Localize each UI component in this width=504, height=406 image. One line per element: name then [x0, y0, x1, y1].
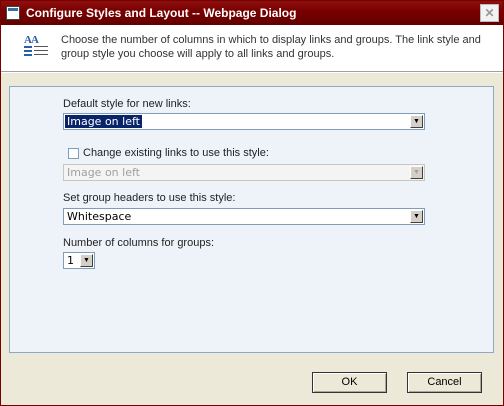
chevron-down-icon[interactable]: ▼	[410, 115, 423, 128]
chevron-down-icon: ▼	[410, 166, 423, 179]
default-style-label: Default style for new links:	[63, 98, 191, 110]
columns-label: Number of columns for groups:	[63, 237, 215, 249]
cancel-button[interactable]: Cancel	[407, 372, 482, 393]
change-existing-value: Image on left	[67, 166, 140, 179]
change-existing-select: Image on left ▼	[63, 164, 425, 181]
description-area: A A Choose the number of columns in whic…	[1, 25, 503, 71]
change-existing-checkbox[interactable]	[68, 148, 79, 159]
group-header-label: Set group headers to use this style:	[63, 192, 236, 204]
default-style-select[interactable]: Image on left ▼	[63, 113, 425, 130]
window-title: Configure Styles and Layout -- Webpage D…	[26, 6, 297, 20]
change-existing-label: Change existing links to use this style:	[83, 147, 269, 159]
chevron-down-icon[interactable]: ▼	[410, 210, 423, 223]
description-text: Choose the number of columns in which to…	[61, 34, 481, 60]
columns-value: 1	[67, 254, 74, 267]
group-header-select[interactable]: Whitespace ▼	[63, 208, 425, 225]
layout-styles-icon: A A	[24, 34, 48, 56]
title-bar[interactable]: Configure Styles and Layout -- Webpage D…	[1, 1, 503, 25]
default-style-value: Image on left	[65, 115, 142, 128]
svg-text:A: A	[31, 34, 39, 46]
chevron-down-icon[interactable]: ▼	[80, 254, 93, 267]
columns-select[interactable]: 1 ▼	[63, 252, 95, 269]
group-header-value: Whitespace	[67, 210, 132, 223]
dialog-window: Configure Styles and Layout -- Webpage D…	[0, 0, 504, 406]
window-icon	[6, 6, 20, 20]
close-button[interactable]: ✕	[480, 4, 499, 22]
header-divider	[1, 71, 503, 73]
ok-button[interactable]: OK	[312, 372, 387, 393]
settings-panel: Default style for new links: Image on le…	[9, 86, 494, 353]
